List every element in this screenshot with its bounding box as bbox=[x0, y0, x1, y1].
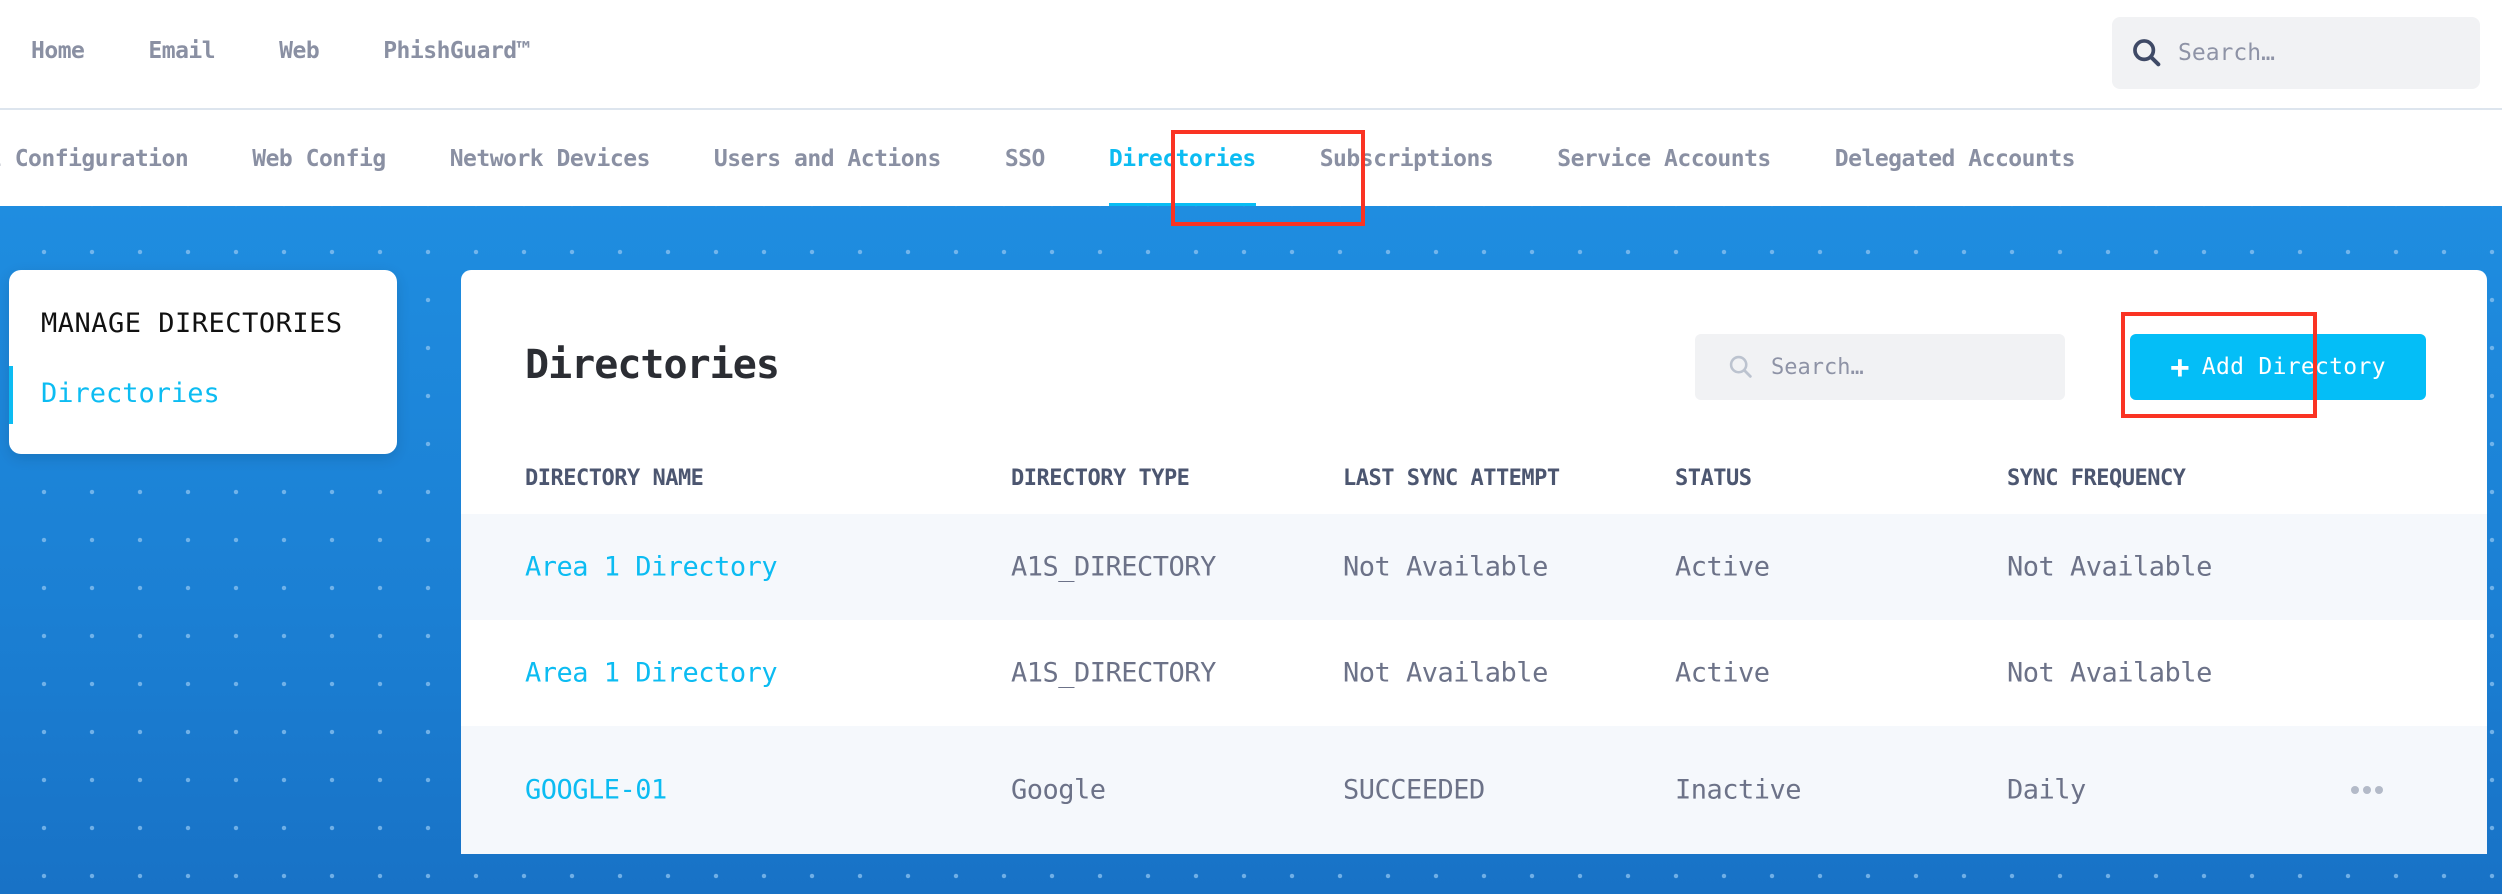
directories-panel: Directories + Add Directory DIRECTORY NA… bbox=[461, 270, 2487, 854]
directory-status: Inactive bbox=[1675, 774, 1802, 806]
page-title: Directories bbox=[525, 342, 780, 388]
nav-link-phishguard[interactable]: PhishGuard™ bbox=[383, 38, 530, 64]
tab-sso[interactable]: SSO bbox=[1005, 146, 1046, 172]
nav-link-web[interactable]: Web bbox=[279, 38, 320, 64]
add-directory-label: Add Directory bbox=[2201, 354, 2386, 380]
tab-network-devices[interactable]: Network Devices bbox=[450, 146, 651, 172]
menu-dot bbox=[2351, 786, 2359, 794]
directory-name-link[interactable]: GOOGLE-01 bbox=[525, 775, 667, 806]
tab-service-accounts[interactable]: Service Accounts bbox=[1557, 146, 1771, 172]
directory-search-input[interactable] bbox=[1771, 354, 2051, 380]
column-header-directory-name[interactable]: DIRECTORY NAME bbox=[525, 466, 704, 491]
sidebar-item-directories[interactable]: Directories bbox=[41, 378, 220, 409]
last-sync-attempt: Not Available bbox=[1343, 551, 1548, 583]
sync-frequency: Not Available bbox=[2007, 657, 2212, 689]
sidebar-heading: MANAGE DIRECTORIES bbox=[41, 308, 343, 339]
column-header-last-sync-attempt[interactable]: LAST SYNC ATTEMPT bbox=[1343, 466, 1560, 491]
nav-link-home[interactable]: Home bbox=[31, 38, 85, 64]
more-options-icon[interactable] bbox=[2351, 786, 2383, 794]
plus-icon: + bbox=[2170, 348, 2190, 386]
search-icon bbox=[1729, 355, 1752, 378]
tab-email-configuration[interactable]: l Configuration bbox=[0, 146, 189, 172]
directory-type: A1S_DIRECTORY bbox=[1011, 657, 1216, 689]
column-header-status[interactable]: STATUS bbox=[1675, 466, 1752, 491]
sidebar-card: MANAGE DIRECTORIES Directories bbox=[9, 270, 397, 454]
top-navigation: Home Email Web PhishGuard™ bbox=[0, 0, 2502, 110]
global-search-input[interactable] bbox=[2178, 40, 2448, 66]
tab-web-config[interactable]: Web Config bbox=[252, 146, 386, 172]
global-search[interactable] bbox=[2112, 17, 2480, 89]
directory-type: Google bbox=[1011, 774, 1106, 806]
last-sync-attempt: SUCCEEDED bbox=[1343, 774, 1485, 806]
settings-tabs: l Configuration Web Config Network Devic… bbox=[0, 112, 2502, 208]
directory-status: Active bbox=[1675, 657, 1770, 689]
directory-name-link[interactable]: Area 1 Directory bbox=[525, 552, 778, 583]
last-sync-attempt: Not Available bbox=[1343, 657, 1548, 689]
nav-link-email[interactable]: Email bbox=[148, 38, 215, 64]
sync-frequency: Not Available bbox=[2007, 551, 2212, 583]
directory-search[interactable] bbox=[1695, 334, 2065, 400]
table-row[interactable]: GOOGLE-01 Google SUCCEEDED Inactive Dail… bbox=[461, 726, 2487, 854]
directory-status: Active bbox=[1675, 551, 1770, 583]
table-row[interactable]: Area 1 Directory A1S_DIRECTORY Not Avail… bbox=[461, 514, 2487, 620]
search-icon bbox=[2133, 39, 2161, 67]
menu-dot bbox=[2363, 786, 2371, 794]
table-header: DIRECTORY NAME DIRECTORY TYPE LAST SYNC … bbox=[461, 466, 2487, 510]
sync-frequency: Daily bbox=[2007, 774, 2086, 806]
tab-delegated-accounts[interactable]: Delegated Accounts bbox=[1835, 146, 2076, 172]
column-header-sync-frequency[interactable]: SYNC FREQUENCY bbox=[2007, 466, 2186, 491]
tab-users-and-actions[interactable]: Users and Actions bbox=[714, 146, 941, 172]
primary-nav-links: Home Email Web PhishGuard™ bbox=[31, 38, 594, 64]
directory-type: A1S_DIRECTORY bbox=[1011, 551, 1216, 583]
add-directory-button[interactable]: + Add Directory bbox=[2130, 334, 2426, 400]
tab-subscriptions[interactable]: Subscriptions bbox=[1320, 146, 1494, 172]
menu-dot bbox=[2375, 786, 2383, 794]
sidebar-active-indicator bbox=[9, 366, 13, 424]
column-header-directory-type[interactable]: DIRECTORY TYPE bbox=[1011, 466, 1190, 491]
tab-directories[interactable]: Directories bbox=[1108, 146, 1256, 208]
table-row[interactable]: Area 1 Directory A1S_DIRECTORY Not Avail… bbox=[461, 620, 2487, 726]
directory-name-link[interactable]: Area 1 Directory bbox=[525, 658, 778, 689]
